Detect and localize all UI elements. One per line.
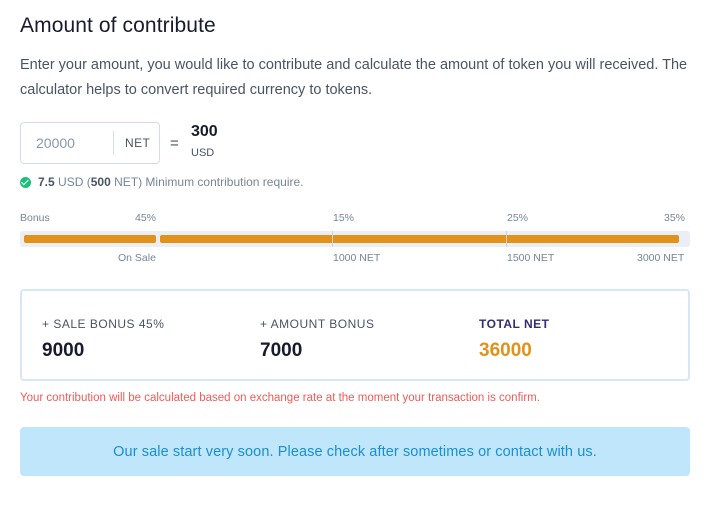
bonus-stage-caption: 1000 NET [333,252,381,264]
minimum-contribution-note: 7.5 USD (500 NET) Minimum contribution r… [20,175,304,189]
bonus-stage-caption: 3000 NET [637,252,685,264]
bonus-stage-percent: 45% [135,212,157,224]
min-usd-amount: 7.5 [38,175,55,189]
sale-bonus-label: + SALE BONUS 45% [42,317,165,331]
min-note-text: NET) Minimum contribution require. [114,175,304,189]
bonus-progress-bar [20,231,690,247]
sale-notice-text: Our sale start very soon. Please check a… [113,443,597,460]
total-net-block: TOTAL NET 36000 [479,317,550,362]
sale-notice-banner: Our sale start very soon. Please check a… [20,427,690,476]
sale-bonus-value: 9000 [42,340,85,361]
check-circle-icon [20,176,31,188]
min-net-amount: 500 [90,175,111,189]
amount-bonus-value: 7000 [260,340,303,361]
total-net-label: TOTAL NET [479,317,550,331]
amount-unit-label: NET [125,136,151,150]
exchange-rate-warning: Your contribution will be calculated bas… [20,392,540,404]
bonus-stage-percent: 15% [333,212,355,224]
bonus-stage-caption: 1500 NET [507,252,555,264]
amount-divider [113,131,114,155]
bonus-stage-percent: 35% [664,212,686,224]
section-description: Enter your amount, you would like to con… [20,57,688,98]
progress-fill-on-sale [24,235,156,243]
section-title: Amount of contribute [20,14,216,37]
converted-currency: USD [191,147,215,159]
sale-bonus-block: + SALE BONUS 45% 9000 [42,317,164,362]
converted-amount: 300 [191,123,218,140]
amount-input[interactable] [21,123,113,163]
amount-bonus-block: + AMOUNT BONUS 7000 [260,317,374,362]
token-summary-card: + SALE BONUS 45% 9000 + AMOUNT BONUS 700… [20,289,690,381]
min-usd-label: USD [58,175,84,189]
bonus-stage-caption: On Sale [118,252,156,264]
amount-field: NET [20,122,160,164]
progress-fill-amount [160,235,680,243]
total-net-value: 36000 [479,340,532,361]
amount-bonus-label: + AMOUNT BONUS [260,317,375,331]
progress-tick [332,231,333,247]
equals-sign: = [170,135,179,152]
bonus-label: Bonus [20,212,50,224]
bonus-stage-percent: 25% [507,212,529,224]
progress-tick [506,231,507,247]
